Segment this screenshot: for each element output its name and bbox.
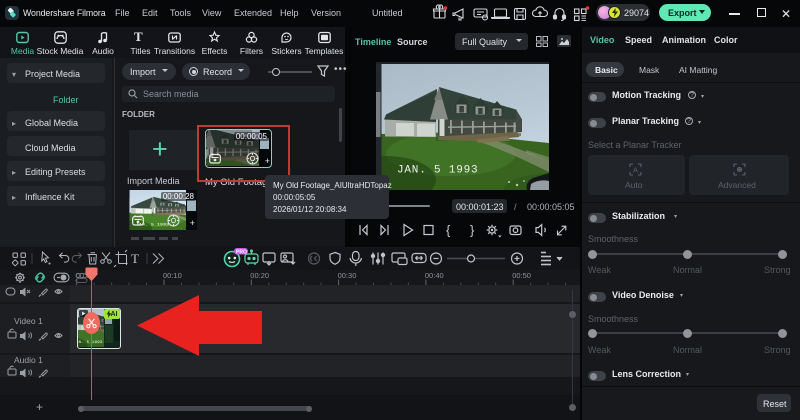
svg-text:A: A: [633, 166, 638, 175]
svg-text:{: {: [446, 223, 451, 238]
svg-text:T: T: [131, 251, 139, 266]
svg-text:00:40: 00:40: [425, 271, 444, 280]
svg-text:00:20: 00:20: [250, 271, 269, 280]
svg-text:00:50: 00:50: [512, 271, 531, 280]
svg-text:}: }: [470, 223, 475, 238]
svg-text:00:30: 00:30: [338, 271, 357, 280]
svg-text:00:10: 00:10: [163, 271, 182, 280]
